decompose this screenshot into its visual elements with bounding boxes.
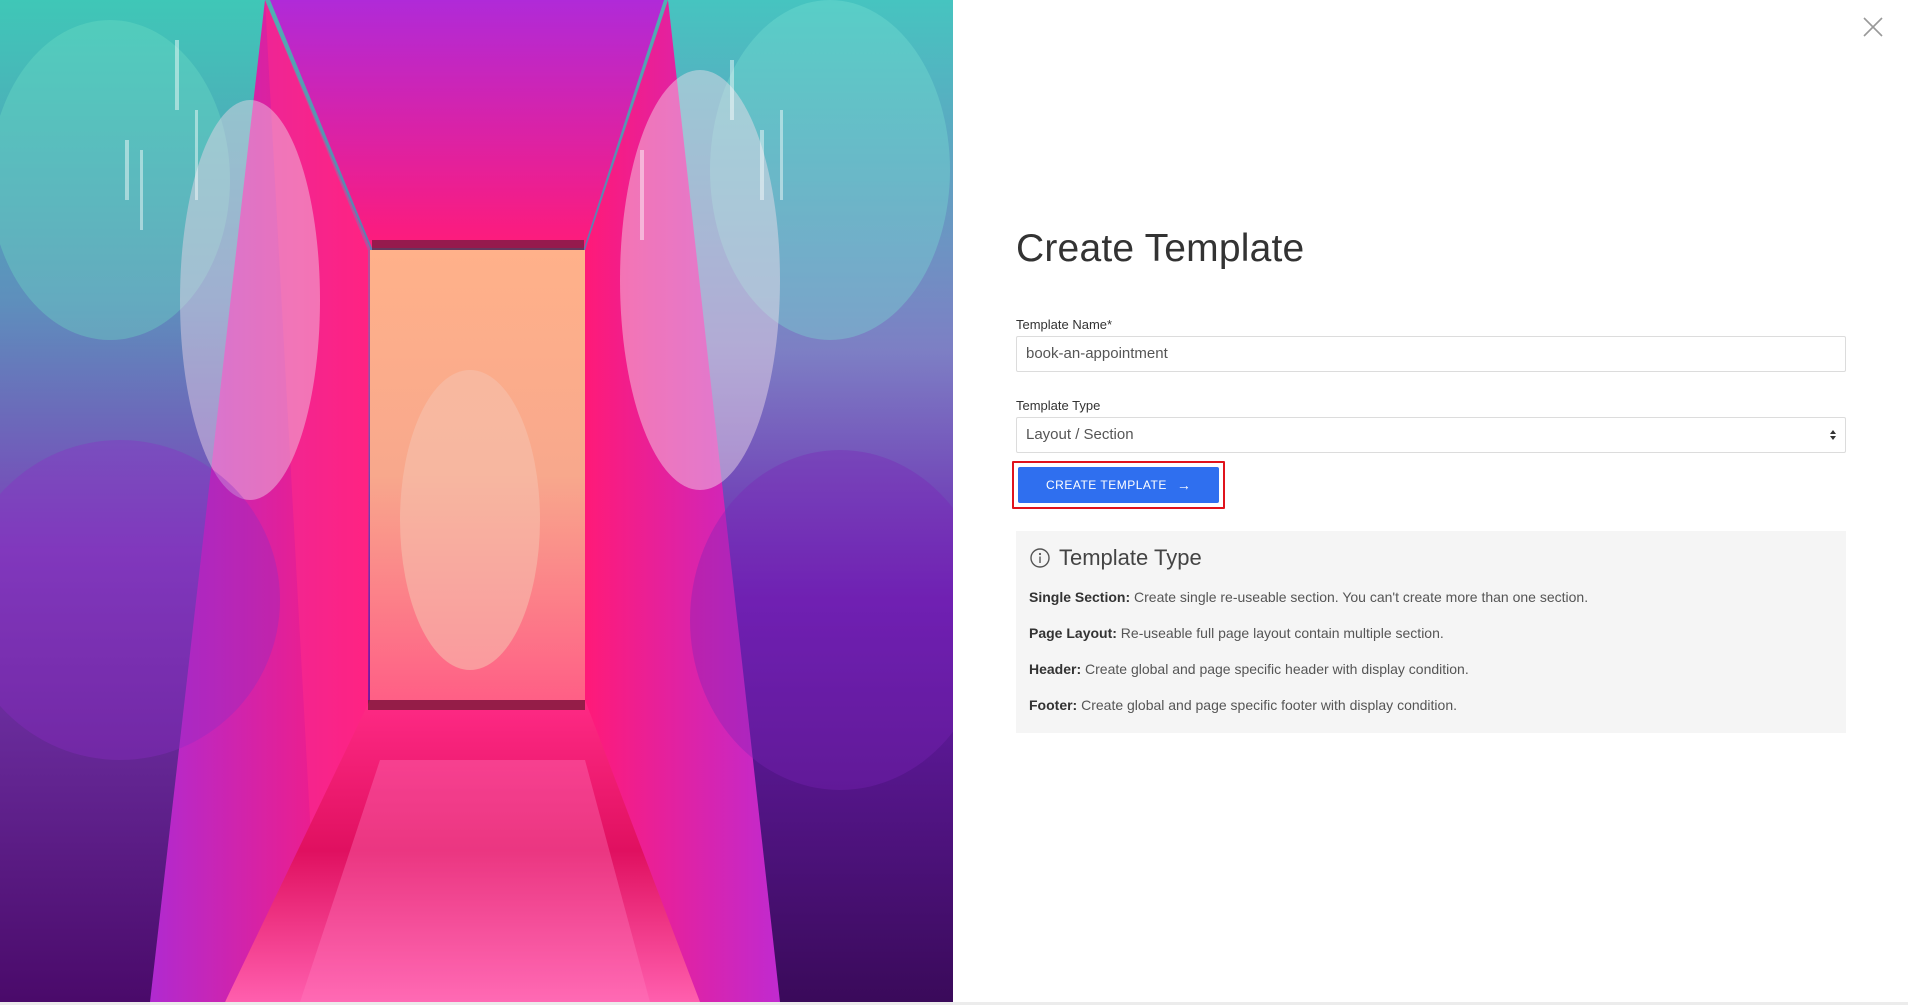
create-template-button-highlight: CREATE TEMPLATE → bbox=[1012, 460, 1226, 509]
form-panel: Create Template Template Name* Template … bbox=[953, 0, 1908, 1002]
info-title: Template Type bbox=[1059, 544, 1202, 570]
template-type-group: Template Type Layout / Section bbox=[1016, 398, 1846, 453]
create-template-button[interactable]: CREATE TEMPLATE → bbox=[1018, 466, 1220, 503]
info-item-header: Header: Create global and page specific … bbox=[1029, 660, 1469, 677]
neon-corridor-illustration bbox=[0, 0, 953, 1002]
template-type-label: Template Type bbox=[1016, 397, 1101, 413]
info-header: Template Type bbox=[1029, 545, 1833, 571]
hero-image bbox=[0, 0, 953, 1002]
close-icon bbox=[1863, 17, 1883, 37]
info-item-footer: Footer: Create global and page specific … bbox=[1029, 697, 1458, 714]
template-type-info-box: Template Type Single Section: Create sin… bbox=[1016, 530, 1846, 734]
template-name-label: Template Name* bbox=[1016, 316, 1113, 332]
close-button[interactable] bbox=[1860, 14, 1886, 40]
template-type-select[interactable]: Layout / Section bbox=[1016, 416, 1846, 453]
template-type-value: Layout / Section bbox=[1026, 425, 1134, 443]
arrow-right-icon: → bbox=[1176, 476, 1192, 493]
create-template-dialog: Create Template Template Name* Template … bbox=[0, 0, 1908, 1002]
info-item-single-section: Single Section: Create single re-useable… bbox=[1029, 588, 1589, 605]
create-template-button-label: CREATE TEMPLATE bbox=[1046, 477, 1167, 492]
template-name-input[interactable] bbox=[1016, 335, 1846, 372]
info-item-page-layout: Page Layout: Re-useable full page layout… bbox=[1029, 624, 1444, 641]
page-title: Create Template bbox=[1016, 227, 1305, 270]
info-icon bbox=[1030, 548, 1050, 568]
form-content: Create Template Template Name* Template … bbox=[1012, 226, 1846, 734]
select-arrows-icon bbox=[1829, 428, 1837, 442]
template-name-group: Template Name* bbox=[1016, 317, 1846, 372]
